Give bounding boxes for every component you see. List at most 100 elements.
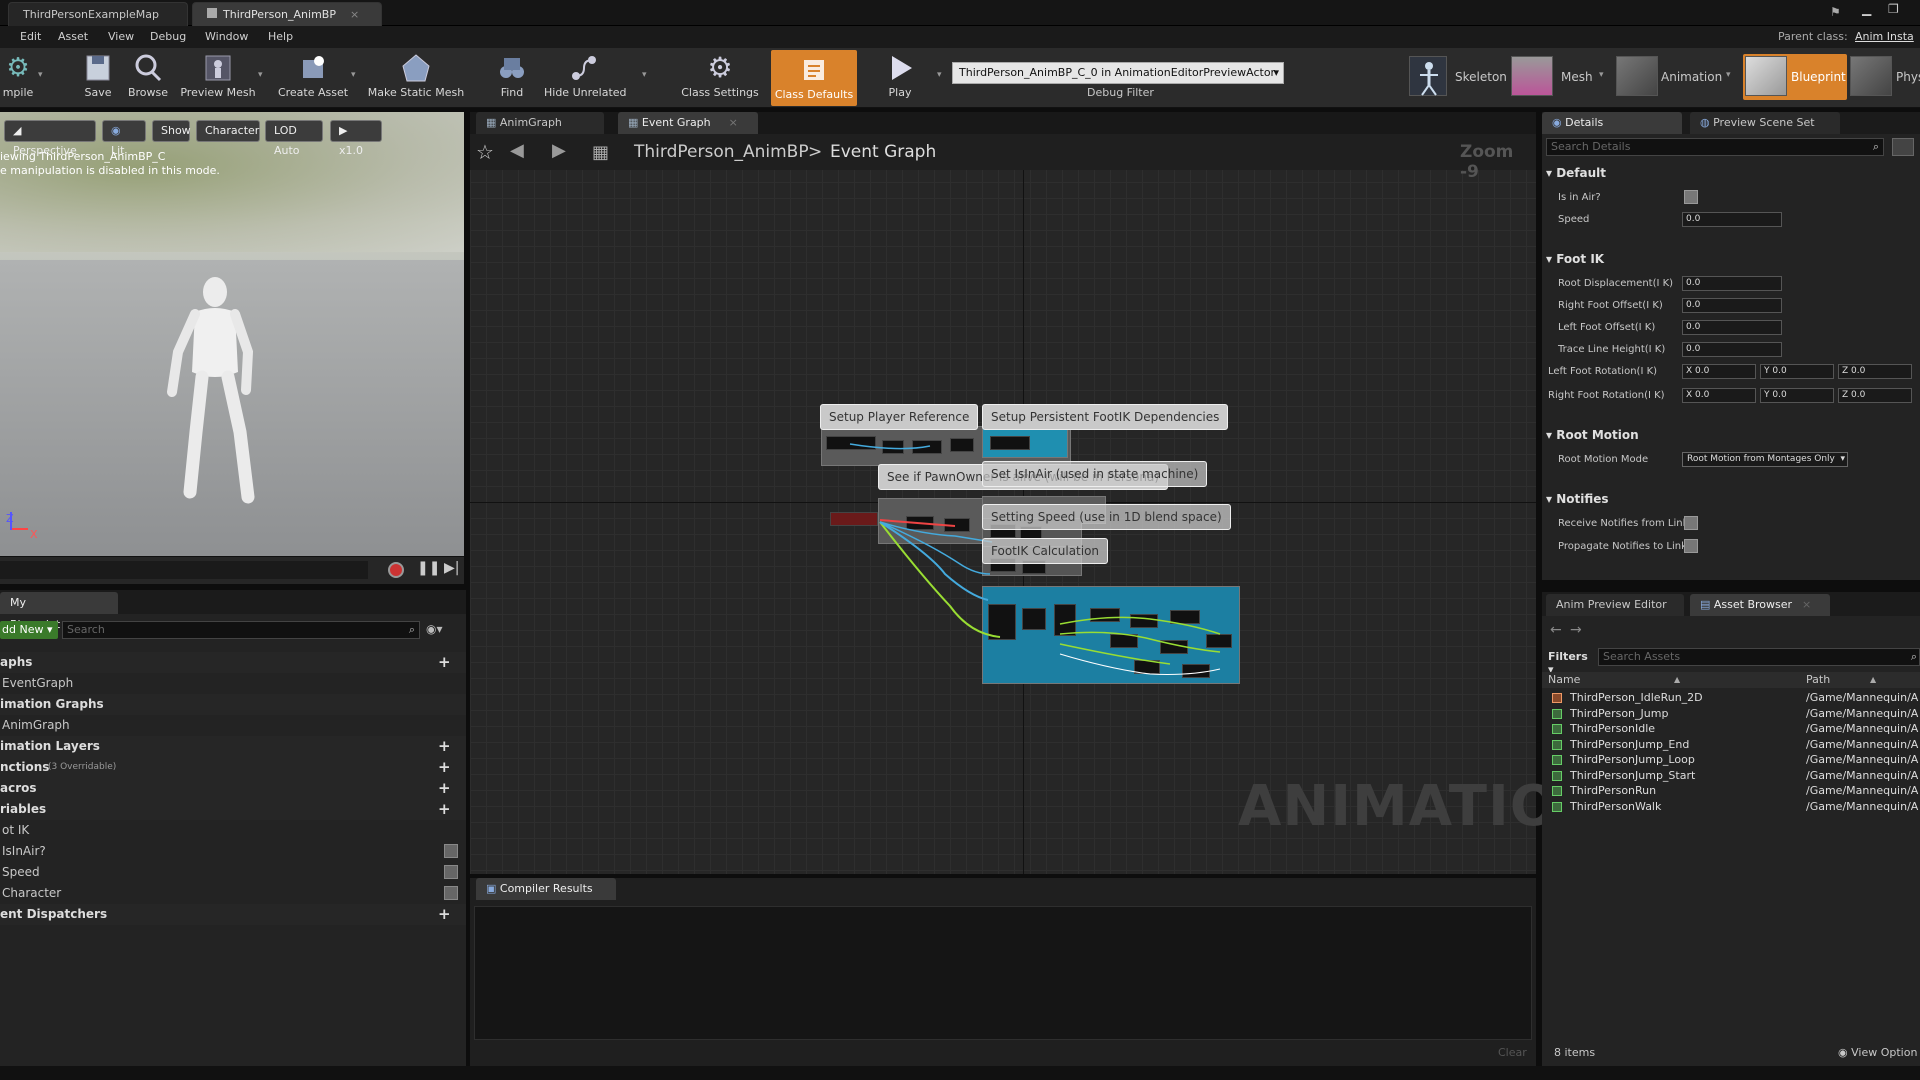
asset-row[interactable]: ThirdPersonJump_Loop/Game/Mannequin/A bbox=[1542, 752, 1920, 768]
my-blueprint-row[interactable]: IsInAir? bbox=[0, 841, 466, 862]
viewport-show-button[interactable]: Show bbox=[152, 120, 191, 142]
eye-icon[interactable]: ◉▾ bbox=[426, 622, 443, 636]
column-header-path[interactable]: Path bbox=[1806, 672, 1830, 688]
foot-ik-field[interactable]: 0.0 bbox=[1682, 298, 1782, 313]
tab-thirdperson-example-map[interactable]: ThirdPersonExampleMap bbox=[8, 2, 188, 26]
my-blueprint-row[interactable]: riables + bbox=[0, 799, 466, 820]
menu-edit[interactable]: Edit bbox=[20, 26, 41, 48]
asset-row[interactable]: ThirdPerson_Jump/Game/Mannequin/A bbox=[1542, 706, 1920, 722]
comment-title[interactable]: Setting Speed (use in 1D blend space) bbox=[982, 504, 1231, 530]
mode-animation-button[interactable]: Animation ▾ bbox=[1616, 56, 1740, 100]
chevron-down-icon[interactable]: ▾ bbox=[351, 70, 356, 80]
is-in-air-checkbox[interactable] bbox=[1684, 190, 1698, 204]
tab-event-graph[interactable]: ▦ Event Graph × bbox=[618, 112, 758, 134]
add-icon[interactable]: + bbox=[438, 655, 452, 670]
my-blueprint-row[interactable]: imation Graphs bbox=[0, 694, 466, 715]
my-blueprint-row[interactable]: imation Layers + bbox=[0, 736, 466, 757]
my-blueprint-row[interactable]: ent Dispatchers + bbox=[0, 904, 466, 925]
asset-row[interactable]: ThirdPersonIdle/Game/Mannequin/A bbox=[1542, 721, 1920, 737]
rotation-y-field[interactable]: Y 0.0 bbox=[1760, 364, 1834, 379]
my-blueprint-row[interactable]: Character bbox=[0, 883, 466, 904]
timeline-scrubber[interactable] bbox=[0, 561, 368, 579]
mode-skeleton-button[interactable]: Skeleton bbox=[1407, 56, 1507, 100]
asset-row[interactable]: ThirdPersonJump_Start/Game/Mannequin/A bbox=[1542, 768, 1920, 784]
variable-visibility-checkbox[interactable] bbox=[444, 844, 458, 858]
view-options-icon[interactable] bbox=[1892, 138, 1914, 156]
chevron-down-icon[interactable]: ▾ bbox=[38, 70, 43, 80]
my-blueprint-row[interactable]: acros + bbox=[0, 778, 466, 799]
my-blueprint-row[interactable]: nctions (3 Overridable) + bbox=[0, 757, 466, 778]
rotation-z-field[interactable]: Z 0.0 bbox=[1838, 364, 1912, 379]
section-notifies[interactable]: ▾ Notifies bbox=[1546, 488, 1609, 510]
debug-object-select[interactable]: ThirdPerson_AnimBP_C_0 in AnimationEdito… bbox=[952, 62, 1284, 84]
make-static-mesh-button[interactable]: Make Static Mesh bbox=[366, 48, 466, 106]
parent-class-link[interactable]: Anim Insta bbox=[1855, 26, 1914, 48]
add-icon[interactable]: + bbox=[438, 781, 452, 796]
tab-details[interactable]: ◉ Details bbox=[1542, 112, 1682, 134]
compile-button[interactable]: ⚙ mpile bbox=[0, 48, 36, 106]
view-options-button[interactable]: ◉ View Option bbox=[1838, 1046, 1917, 1059]
viewport-speed-button[interactable]: ▶ x1.0 bbox=[330, 120, 382, 157]
comment-title[interactable]: Setup Player Reference bbox=[820, 404, 979, 430]
tab-thirdperson-animbp[interactable]: ThirdPerson_AnimBP × bbox=[192, 2, 382, 26]
add-icon[interactable]: + bbox=[438, 907, 452, 922]
details-search-input[interactable]: Search Details ⌕ bbox=[1546, 138, 1884, 156]
maximize-icon[interactable]: ❐ bbox=[1888, 2, 1899, 16]
asset-row[interactable]: ThirdPersonRun/Game/Mannequin/A bbox=[1542, 783, 1920, 799]
forward-arrow-icon[interactable]: → bbox=[1570, 622, 1582, 638]
clear-button[interactable]: Clear bbox=[1498, 1046, 1527, 1059]
my-blueprint-search-input[interactable]: Search ⌕ bbox=[62, 621, 420, 639]
column-header-name[interactable]: Name bbox=[1548, 672, 1580, 688]
my-blueprint-row[interactable]: aphs + bbox=[0, 652, 466, 673]
viewport-lod-button[interactable]: LOD Auto bbox=[265, 120, 323, 157]
section-foot-ik[interactable]: ▾ Foot IK bbox=[1546, 248, 1604, 270]
back-arrow-icon[interactable]: ← bbox=[1550, 622, 1562, 638]
add-new-button[interactable]: dd New ▾ bbox=[0, 621, 58, 639]
preview-mesh-button[interactable]: Preview Mesh bbox=[178, 48, 258, 106]
section-default[interactable]: ▾ Default bbox=[1546, 162, 1606, 184]
chevron-down-icon[interactable]: ▾ bbox=[258, 70, 263, 80]
my-blueprint-row[interactable]: ot IK bbox=[0, 820, 466, 841]
viewport-perspective-button[interactable]: ◢ Perspective bbox=[4, 120, 96, 157]
comment-title[interactable]: FootIK Calculation bbox=[982, 538, 1109, 564]
propagate-notifies-checkbox[interactable] bbox=[1684, 539, 1698, 553]
tab-anim-preview-editor[interactable]: Anim Preview Editor bbox=[1546, 594, 1684, 616]
chevron-down-icon[interactable]: ▾ bbox=[937, 70, 942, 80]
rotation-x-field[interactable]: X 0.0 bbox=[1682, 388, 1756, 403]
save-button[interactable]: Save bbox=[78, 48, 118, 106]
class-defaults-button[interactable]: Class Defaults bbox=[771, 50, 857, 106]
foot-ik-field[interactable]: 0.0 bbox=[1682, 276, 1782, 291]
close-icon[interactable]: × bbox=[350, 8, 359, 21]
notification-icon[interactable]: ⚑ bbox=[1830, 5, 1841, 19]
menu-asset[interactable]: Asset bbox=[58, 26, 88, 48]
asset-row[interactable]: ThirdPerson_IdleRun_2D/Game/Mannequin/A bbox=[1542, 690, 1920, 706]
menu-help[interactable]: Help bbox=[268, 26, 293, 48]
filters-button[interactable]: Filters ▾ bbox=[1548, 650, 1592, 676]
graph-canvas[interactable]: ☆ ◀ ▶ ▦ ThirdPerson_AnimBP > Event Graph… bbox=[470, 134, 1605, 874]
record-icon[interactable] bbox=[388, 562, 404, 578]
viewport-character-button[interactable]: Character bbox=[196, 120, 260, 142]
tab-my-blueprint[interactable]: My Blueprint× bbox=[0, 592, 118, 631]
asset-row[interactable]: ThirdPersonWalk/Game/Mannequin/A bbox=[1542, 799, 1920, 815]
speed-field[interactable]: 0.0 bbox=[1682, 212, 1782, 227]
variable-visibility-checkbox[interactable] bbox=[444, 865, 458, 879]
breadcrumb-root[interactable]: ThirdPerson_AnimBP bbox=[634, 142, 809, 162]
tab-asset-browser[interactable]: ▤ Asset Browser × bbox=[1690, 594, 1830, 616]
pause-icon[interactable]: ❚❚ bbox=[417, 560, 440, 576]
foot-ik-field[interactable]: 0.0 bbox=[1682, 342, 1782, 357]
browse-button[interactable]: Browse bbox=[126, 48, 170, 106]
menu-debug[interactable]: Debug bbox=[150, 26, 186, 48]
star-icon[interactable]: ☆ bbox=[476, 140, 494, 164]
tab-preview-scene-settings[interactable]: ◍ Preview Scene Set bbox=[1690, 112, 1840, 134]
menu-view[interactable]: View bbox=[108, 26, 134, 48]
mode-blueprint-button[interactable]: Blueprint bbox=[1743, 54, 1847, 100]
find-button[interactable]: Find bbox=[494, 48, 530, 106]
my-blueprint-row[interactable]: Speed bbox=[0, 862, 466, 883]
tab-compiler-results[interactable]: ▣ Compiler Results bbox=[476, 878, 616, 900]
rotation-y-field[interactable]: Y 0.0 bbox=[1760, 388, 1834, 403]
receive-notifies-checkbox[interactable] bbox=[1684, 516, 1698, 530]
variable-visibility-checkbox[interactable] bbox=[444, 886, 458, 900]
mode-mesh-button[interactable]: Mesh ▾ bbox=[1511, 56, 1615, 100]
play-button[interactable]: Play bbox=[880, 48, 920, 106]
rotation-z-field[interactable]: Z 0.0 bbox=[1838, 388, 1912, 403]
